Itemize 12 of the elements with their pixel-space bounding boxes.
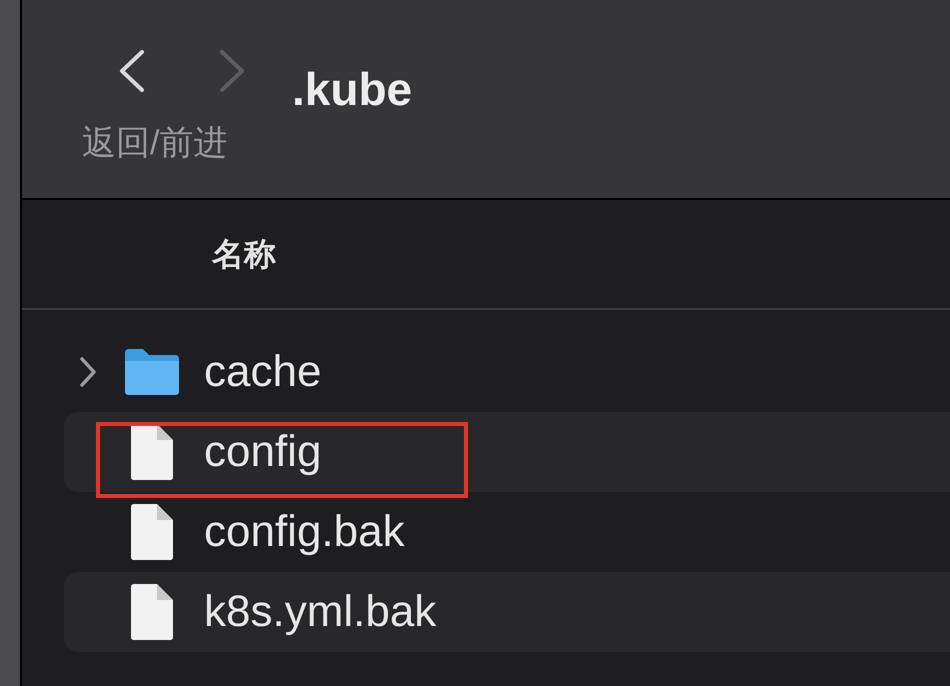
file-name: config xyxy=(204,430,322,474)
file-name: cache xyxy=(204,350,322,394)
file-name: k8s.yml.bak xyxy=(204,590,436,634)
window-title: .kube xyxy=(292,66,412,112)
file-row[interactable]: k8s.yml.bak xyxy=(64,572,950,652)
nav-label: 返回/前进 xyxy=(82,126,228,160)
folder-icon xyxy=(123,347,181,397)
file-name: config.bak xyxy=(204,510,405,554)
file-row[interactable]: cache xyxy=(64,332,950,412)
file-row[interactable]: config.bak xyxy=(64,492,950,572)
column-header[interactable]: 名称 xyxy=(212,230,276,278)
disclosure-chevron-icon[interactable] xyxy=(78,355,98,389)
